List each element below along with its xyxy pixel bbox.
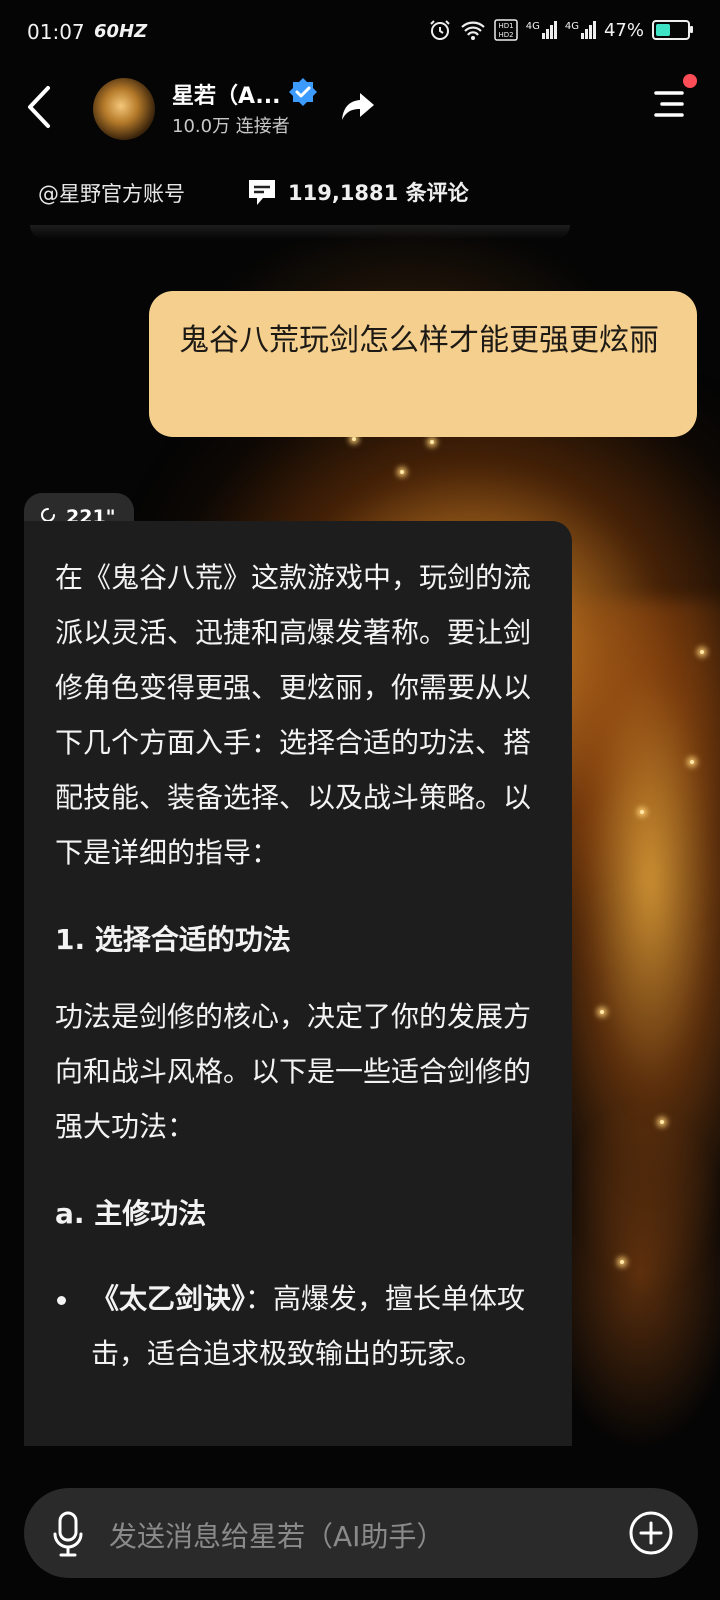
divider: [30, 225, 570, 239]
battery-icon: [652, 20, 693, 40]
section-text: 功法是剑修的核心，决定了你的发展方向和战斗风格。以下是一些适合剑修的强大功法：: [55, 1000, 532, 1143]
signal-1-icon: 4G: [526, 21, 557, 39]
share-icon[interactable]: [340, 89, 376, 123]
chat-header: 星若（A... 10.0万 连接者: [0, 64, 720, 154]
status-bar: 01:07 60HZ HD1 HD2 4G 4G 47%: [0, 0, 720, 64]
verified-icon: [289, 78, 317, 106]
comment-count: 119,1881 条评论: [288, 181, 469, 205]
official-account-link[interactable]: @星野官方账号: [38, 178, 185, 208]
svg-text:HD2: HD2: [498, 31, 513, 39]
user-message-text: 鬼谷八荒玩剑怎么样才能更强更炫丽: [179, 323, 659, 358]
hd-icon: HD1HD2: [493, 19, 518, 41]
subsection-heading: a. 主修功法: [55, 1197, 207, 1230]
comments-button[interactable]: 119,1881 条评论: [246, 176, 469, 208]
signal-2-icon: 4G: [565, 21, 596, 39]
add-icon[interactable]: [628, 1510, 674, 1556]
character-name[interactable]: 星若（A...: [172, 78, 281, 110]
message-input-bar[interactable]: 发送消息给星若（AI助手）: [24, 1488, 698, 1578]
wifi-icon: [460, 21, 485, 40]
message-input[interactable]: 发送消息给星若（AI助手）: [109, 1515, 444, 1555]
technique-name: 《太乙剑诀》: [91, 1282, 246, 1315]
list-item: 《太乙剑诀》：高爆发，擅长单体攻击，适合追求极致输出的玩家。: [55, 1271, 542, 1381]
svg-text:HD1: HD1: [498, 22, 513, 30]
alarm-icon: [430, 20, 450, 40]
ai-message-bubble[interactable]: 在《鬼谷八荒》这款游戏中，玩剑的流派以灵活、迅捷和高爆发著称。要让剑修角色变得更…: [24, 521, 572, 1446]
comment-icon: [249, 180, 275, 205]
refresh-rate: 60HZ: [94, 21, 148, 42]
status-time: 01:07: [27, 20, 85, 44]
bullet-icon: [57, 1296, 66, 1305]
notification-badge: [683, 74, 697, 88]
menu-icon[interactable]: [652, 86, 686, 122]
back-icon[interactable]: [20, 82, 60, 132]
section-heading: 1. 选择合适的功法: [55, 923, 291, 956]
avatar[interactable]: [93, 78, 155, 140]
ai-intro-text: 在《鬼谷八荒》这款游戏中，玩剑的流派以灵活、迅捷和高爆发著称。要让剑修角色变得更…: [55, 561, 532, 869]
microphone-icon[interactable]: [52, 1510, 84, 1558]
connector-count: 10.0万 连接者: [172, 116, 290, 137]
battery-percent: 47%: [603, 19, 644, 41]
user-message-bubble[interactable]: 鬼谷八荒玩剑怎么样才能更强更炫丽: [149, 291, 697, 437]
